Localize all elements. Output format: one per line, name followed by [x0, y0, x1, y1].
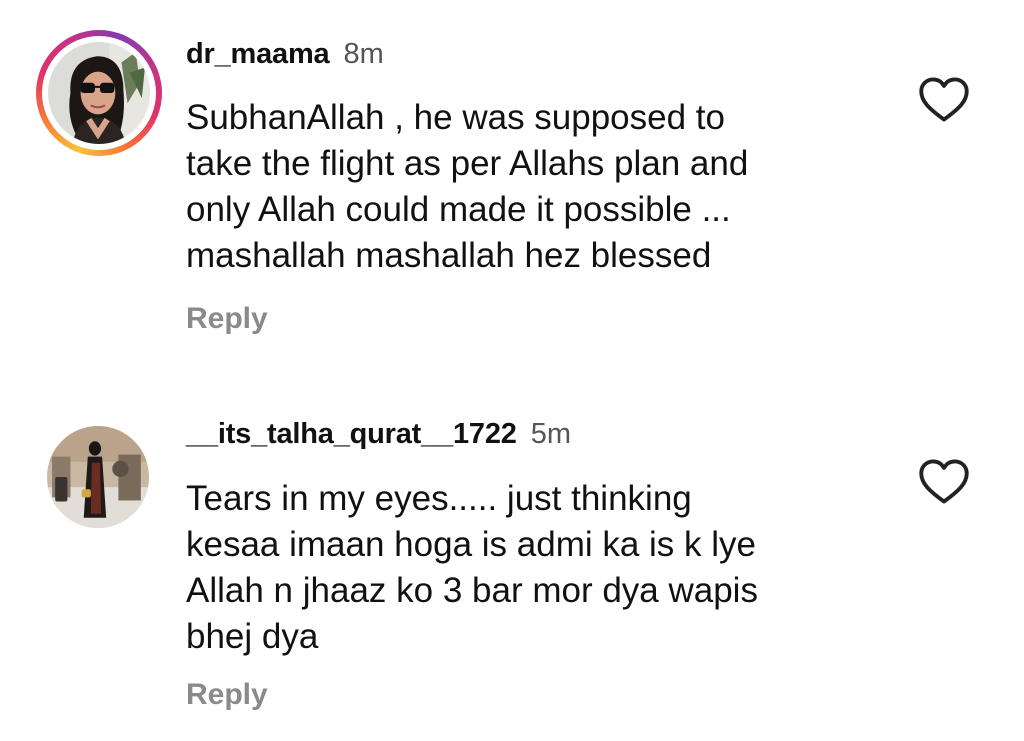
- avatar[interactable]: [36, 30, 162, 156]
- like-button[interactable]: [918, 458, 970, 506]
- avatar-portrait-icon: [48, 42, 150, 144]
- avatar-image: [48, 42, 150, 144]
- heart-outline-icon: [919, 77, 969, 122]
- comment-username[interactable]: __its_talha_qurat__1722: [186, 418, 517, 451]
- comment-username[interactable]: dr_maama: [186, 38, 330, 71]
- like-button[interactable]: [918, 76, 970, 124]
- reply-button[interactable]: Reply: [186, 678, 268, 712]
- comment-timestamp: 5m: [530, 418, 572, 450]
- heart-outline-icon: [919, 459, 969, 504]
- comment-meta: __its_talha_qurat__1722 5m: [186, 418, 571, 451]
- comment-text: SubhanAllah , he was supposed to take th…: [186, 98, 749, 275]
- avatar[interactable]: [47, 426, 149, 528]
- comment-timestamp: 8m: [343, 38, 384, 70]
- avatar-portrait-icon: [47, 426, 149, 528]
- comment-text: Tears in my eyes..... just thinking kesa…: [186, 479, 758, 656]
- avatar-ring-gap: [42, 36, 156, 150]
- comment-meta: dr_maama 8m: [186, 38, 384, 71]
- comment-item: __its_talha_qurat__1722 5m Tears in my e…: [0, 380, 1024, 741]
- comment-item: dr_maama 8m SubhanAllah , he was suppose…: [0, 0, 1024, 370]
- reply-button[interactable]: Reply: [186, 302, 268, 336]
